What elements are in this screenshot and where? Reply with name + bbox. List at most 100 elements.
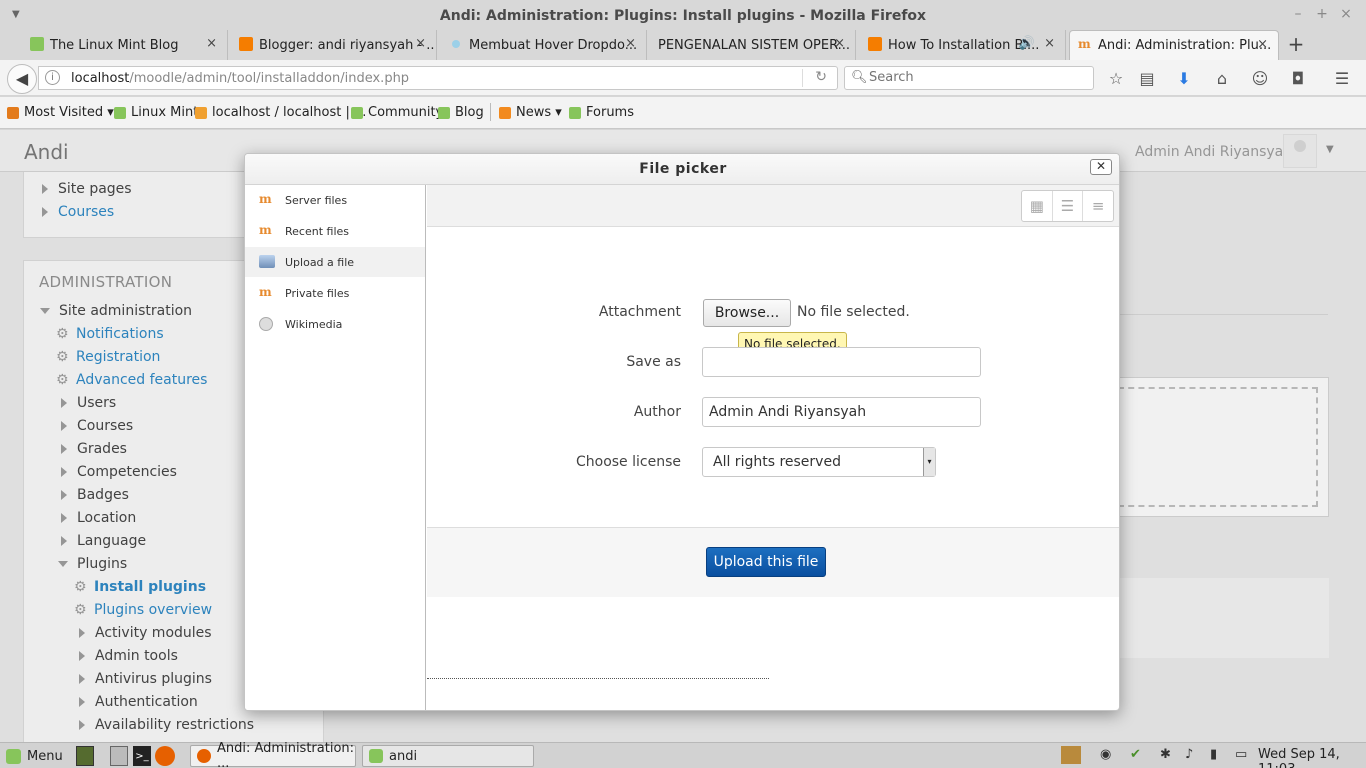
- firefox-icon: [197, 749, 211, 763]
- tab-label: The Linux Mint Blog: [50, 37, 179, 53]
- repo-label: Wikimedia: [285, 317, 343, 331]
- url-separator: [802, 69, 803, 87]
- tab-close-icon[interactable]: ×: [1257, 37, 1268, 52]
- window-title: Andi: Administration: Plugins: Install p…: [439, 8, 927, 24]
- bookmark-most-visited[interactable]: Most Visited ▾: [7, 105, 114, 120]
- terminal-icon[interactable]: >_: [133, 746, 151, 766]
- tab-close-icon[interactable]: ×: [834, 36, 845, 51]
- linux-mint-icon: [438, 106, 450, 119]
- tab-label: Membuat Hover Dropdo...: [469, 37, 638, 53]
- bookmark-label: Blog: [455, 105, 484, 120]
- file-manager-icon[interactable]: [110, 746, 128, 766]
- chromium-icon[interactable]: ◉: [1100, 747, 1111, 762]
- bluetooth-icon[interactable]: ✱: [1160, 747, 1171, 762]
- pocket-icon[interactable]: ◘: [1287, 68, 1309, 90]
- grid-view-icon[interactable]: ▦: [1022, 191, 1053, 221]
- minimize-button[interactable]: –: [1290, 6, 1306, 22]
- repo-wikimedia[interactable]: Wikimedia: [245, 309, 425, 339]
- info-icon[interactable]: i: [45, 70, 60, 85]
- tab-close-icon[interactable]: ×: [625, 36, 636, 51]
- license-select[interactable]: All rights reserved ▾: [702, 447, 936, 477]
- folder-icon: [369, 749, 383, 763]
- repo-private-files[interactable]: m Private files: [245, 278, 425, 308]
- new-tab-button[interactable]: +: [1284, 32, 1308, 56]
- tree-view-icon[interactable]: ≡: [1083, 191, 1113, 221]
- clock[interactable]: Wed Sep 14, 11:03: [1258, 747, 1366, 768]
- phpmyadmin-icon: [195, 106, 207, 119]
- sublime-icon[interactable]: [1061, 746, 1081, 764]
- blogger-icon: [239, 37, 253, 51]
- moodle-icon: m: [1078, 37, 1091, 51]
- attachment-label: Attachment: [598, 304, 681, 320]
- bookmark-label: News ▾: [516, 105, 562, 120]
- tab-how-to-installation[interactable]: How To Installation Bl... 🔊 ×: [860, 30, 1066, 60]
- battery-icon[interactable]: ▭: [1235, 747, 1247, 762]
- network-icon[interactable]: ▮: [1210, 747, 1217, 762]
- rss-icon: [499, 106, 511, 119]
- firefox-icon[interactable]: [155, 746, 175, 766]
- maximize-button[interactable]: +: [1314, 6, 1330, 22]
- repo-label: Upload a file: [285, 255, 355, 269]
- bookmark-localhost[interactable]: localhost / localhost | ...: [195, 105, 366, 120]
- author-label: Author: [633, 404, 681, 420]
- taskbar-window-firefox[interactable]: Andi: Administration: ...: [190, 741, 356, 768]
- tab-label: Blogger: andi riyansyah - ...: [259, 37, 437, 53]
- tab-close-icon[interactable]: ×: [1044, 36, 1055, 51]
- back-button[interactable]: ◀: [7, 64, 37, 94]
- search-bar[interactable]: 🔍︎: [844, 66, 1094, 90]
- tab-label: How To Installation Bl...: [888, 37, 1040, 53]
- bookmark-folder-icon: [7, 106, 19, 119]
- bookmarks-toolbar: Most Visited ▾ Linux Mint localhost / lo…: [0, 97, 1366, 129]
- repo-recent-files[interactable]: m Recent files: [245, 216, 425, 246]
- repo-server-files[interactable]: m Server files: [245, 185, 425, 215]
- list-view-icon[interactable]: ☰: [1053, 191, 1084, 221]
- repo-upload-a-file[interactable]: Upload a file: [245, 247, 425, 277]
- tab-linux-mint-blog[interactable]: The Linux Mint Blog ×: [22, 30, 228, 60]
- dialog-title: File picker: [639, 161, 727, 177]
- start-menu-button[interactable]: Menu: [6, 746, 63, 766]
- linux-mint-icon: [351, 106, 363, 119]
- tab-membuat-hover[interactable]: Membuat Hover Dropdo... ×: [441, 30, 647, 60]
- downloads-icon[interactable]: ⬇: [1173, 68, 1195, 90]
- bookmark-star-icon[interactable]: ☆: [1105, 68, 1127, 90]
- menu-label: Menu: [27, 748, 63, 764]
- speaker-icon[interactable]: 🔊: [1019, 36, 1035, 51]
- tab-blogger[interactable]: Blogger: andi riyansyah - ... ×: [231, 30, 437, 60]
- taskbar-window-andi[interactable]: andi: [362, 745, 534, 767]
- file-picker-dialog: File picker ✕ m Server files m Recent fi…: [244, 153, 1120, 711]
- bookmark-linux-mint[interactable]: Linux Mint: [114, 105, 198, 120]
- tab-strip: The Linux Mint Blog × Blogger: andi riya…: [0, 30, 1366, 60]
- search-input[interactable]: [869, 70, 1084, 85]
- browse-button[interactable]: Browse...: [703, 299, 791, 327]
- update-shield-icon[interactable]: ✔: [1130, 747, 1141, 762]
- chat-icon[interactable]: ☺: [1249, 68, 1271, 90]
- blogger-icon: [868, 37, 882, 51]
- tab-pengenalan[interactable]: PENGENALAN SISTEM OPER... ×: [650, 30, 856, 60]
- tab-close-icon[interactable]: ×: [415, 36, 426, 51]
- bookmark-forums[interactable]: Forums: [569, 105, 634, 120]
- tab-close-icon[interactable]: ×: [206, 36, 217, 51]
- picker-toolbar: [427, 185, 1119, 227]
- dialog-close-button[interactable]: ✕: [1090, 159, 1112, 175]
- taskbar-window-label: andi: [389, 748, 418, 764]
- author-input[interactable]: [702, 397, 981, 427]
- moodle-icon: m: [259, 223, 272, 237]
- reading-list-icon[interactable]: ▤: [1136, 68, 1158, 90]
- dotted-divider: [427, 678, 769, 679]
- url-text[interactable]: localhost/moodle/admin/tool/installaddon…: [71, 71, 409, 86]
- volume-icon[interactable]: ♪: [1185, 747, 1193, 762]
- bookmark-separator: [490, 103, 491, 121]
- save-as-input[interactable]: [702, 347, 981, 377]
- bookmark-news[interactable]: News ▾: [499, 105, 562, 120]
- show-desktop-icon[interactable]: [76, 746, 94, 766]
- reload-icon[interactable]: ↻: [815, 69, 827, 85]
- url-bar[interactable]: i localhost/moodle/admin/tool/installadd…: [38, 66, 838, 90]
- hamburger-menu-icon[interactable]: ☰: [1331, 68, 1353, 90]
- bookmark-blog[interactable]: Blog: [438, 105, 484, 120]
- close-window-button[interactable]: ×: [1338, 6, 1354, 22]
- bookmark-community[interactable]: Community: [351, 105, 443, 120]
- tab-andi-administration[interactable]: m Andi: Administration: Plu... ×: [1069, 30, 1279, 60]
- dropdown-arrow-icon[interactable]: ▾: [923, 448, 935, 476]
- home-icon[interactable]: ⌂: [1211, 68, 1233, 90]
- upload-this-file-button[interactable]: Upload this file: [706, 547, 826, 577]
